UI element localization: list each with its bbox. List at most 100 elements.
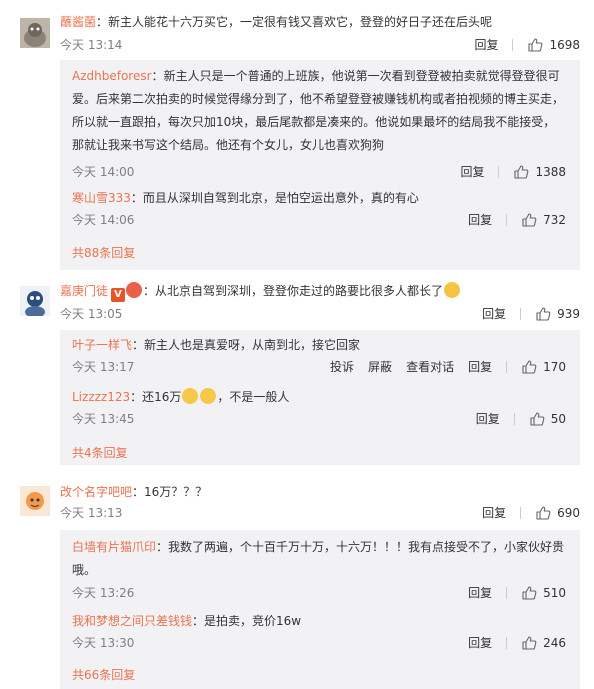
comment-time: 今天 13:13 bbox=[60, 506, 123, 520]
mascot-avatar-icon bbox=[20, 286, 50, 316]
verified-icon: V bbox=[111, 288, 126, 302]
divider bbox=[506, 361, 508, 373]
comment-text: 从北京自驾到深圳，登登你走过的路要比很多人都长了 bbox=[155, 284, 444, 298]
like-count: 690 bbox=[557, 506, 580, 520]
avatar[interactable] bbox=[20, 486, 50, 516]
reply-button[interactable]: 回复 bbox=[482, 305, 506, 323]
like-count: 170 bbox=[543, 360, 566, 374]
reply-button[interactable]: 回复 bbox=[482, 504, 506, 522]
like-count: 510 bbox=[543, 586, 566, 600]
reply-button[interactable]: 回复 bbox=[460, 163, 484, 181]
reply-item: 叶子一样飞：新主人也是真爱呀，从南到北，接它回家 今天 13:17 投诉 屏蔽 … bbox=[72, 336, 566, 381]
reply-text: 而且从深圳自驾到北京，是怕空运出意外，真的有心 bbox=[142, 191, 419, 205]
divider bbox=[512, 39, 514, 51]
view-thread-button[interactable]: 查看对话 bbox=[406, 358, 454, 376]
reply-username[interactable]: 叶子一样飞 bbox=[72, 338, 132, 352]
like-count: 1698 bbox=[549, 38, 580, 52]
replies-panel: Azdhbeforesr：新主人只是一个普通的上班族，他说第一次看到登登被拍卖就… bbox=[60, 60, 580, 270]
comment-actions: 回复 690 bbox=[468, 504, 580, 522]
like-count: 50 bbox=[550, 412, 566, 426]
thumbs-up-icon bbox=[536, 506, 551, 520]
reply-username[interactable]: 白墙有片猫爪印 bbox=[72, 540, 156, 554]
reply-time: 今天 13:45 bbox=[72, 412, 135, 426]
reply-time: 今天 14:06 bbox=[72, 213, 135, 227]
like-button[interactable]: 1698 bbox=[527, 36, 580, 54]
thumbs-up-icon bbox=[522, 360, 537, 374]
reply-actions: 回复 732 bbox=[454, 211, 566, 229]
avatar[interactable] bbox=[20, 18, 50, 48]
reply-item: 白墙有片猫爪印：我数了两遍，个十百千万十万，十六万！！！我有点接受不了，小家伙好… bbox=[72, 536, 566, 606]
thumbs-up-icon bbox=[522, 586, 537, 600]
reply-time: 今天 13:30 bbox=[72, 636, 135, 650]
more-replies-link[interactable]: 共66条回复 bbox=[72, 666, 135, 684]
reply-button[interactable]: 回复 bbox=[474, 36, 498, 54]
more-replies-link[interactable]: 共4条回复 bbox=[72, 444, 128, 462]
divider bbox=[513, 413, 515, 425]
reply-item: 我和梦想之间只差钱钱：是拍卖，竞价16w 今天 13:30 回复 246 bbox=[72, 612, 566, 657]
more-replies-link[interactable]: 共88条回复 bbox=[72, 244, 135, 262]
comment-username[interactable]: 嘉庚门徒 bbox=[60, 284, 108, 298]
reply-body: Lizzzz123：还16万 ，不是一般人 bbox=[72, 388, 290, 404]
comment-thread: 蘸酱菌：新主人能花十六万买它，一定很有钱又喜欢它，登登的好日子还在后头呢 今天 … bbox=[0, 0, 594, 270]
reply-username[interactable]: Lizzzz123 bbox=[72, 390, 130, 404]
emoji-icon bbox=[182, 388, 199, 404]
thumbs-up-icon bbox=[536, 307, 551, 321]
comment-text: 16万？？？ bbox=[144, 485, 208, 499]
reply-text-suffix: ，不是一般人 bbox=[217, 390, 290, 404]
divider bbox=[498, 166, 500, 178]
reply-actions: 回复 1388 bbox=[446, 163, 566, 181]
cat-avatar-icon bbox=[20, 18, 50, 48]
comment-text: 新主人能花十六万买它，一定很有钱又喜欢它，登登的好日子还在后头呢 bbox=[108, 15, 493, 29]
divider bbox=[520, 308, 522, 320]
cartoon-avatar-icon bbox=[20, 486, 50, 516]
like-count: 1388 bbox=[535, 165, 566, 179]
like-button[interactable]: 170 bbox=[521, 358, 566, 376]
like-button[interactable]: 690 bbox=[535, 504, 580, 522]
reply-button[interactable]: 回复 bbox=[476, 410, 500, 428]
avatar[interactable] bbox=[20, 286, 50, 316]
reply-button[interactable]: 回复 bbox=[468, 358, 492, 376]
comment-username[interactable]: 蘸酱菌 bbox=[60, 15, 96, 29]
reply-actions: 回复 510 bbox=[454, 584, 566, 602]
like-count: 939 bbox=[557, 307, 580, 321]
replies-panel: 白墙有片猫爪印：我数了两遍，个十百千万十万，十六万！！！我有点接受不了，小家伙好… bbox=[60, 530, 580, 689]
divider bbox=[506, 637, 508, 649]
like-count: 246 bbox=[543, 636, 566, 650]
reply-button[interactable]: 回复 bbox=[468, 211, 492, 229]
reply-time: 今天 13:17 bbox=[72, 360, 135, 374]
like-button[interactable]: 246 bbox=[521, 634, 566, 652]
reply-body: 叶子一样飞：新主人也是真爱呀，从南到北，接它回家 bbox=[72, 338, 361, 352]
badge-icon bbox=[126, 282, 143, 298]
report-button[interactable]: 投诉 bbox=[330, 358, 354, 376]
like-button[interactable]: 939 bbox=[535, 305, 580, 323]
comment-thread: 改个名字吧吧：16万？？？ 今天 13:13 回复 690 白墙有片猫爪印：我数… bbox=[0, 480, 594, 689]
reply-time: 今天 14:00 bbox=[72, 165, 135, 179]
divider bbox=[506, 214, 508, 226]
comment-username[interactable]: 改个名字吧吧 bbox=[60, 485, 132, 499]
reply-item: 寒山雪333：而且从深圳自驾到北京，是怕空运出意外，真的有心 今天 14:06 … bbox=[72, 189, 566, 234]
reply-item: Lizzzz123：还16万 ，不是一般人 今天 13:45 回复 50 bbox=[72, 388, 566, 433]
thumbs-up-icon bbox=[522, 213, 537, 227]
laughing-emoji-icon bbox=[444, 282, 461, 298]
reply-username[interactable]: Azdhbeforesr bbox=[72, 69, 152, 83]
thumbs-up-icon bbox=[528, 38, 543, 52]
reply-actions: 回复 50 bbox=[462, 410, 566, 428]
reply-button[interactable]: 回复 bbox=[468, 584, 492, 602]
divider bbox=[506, 587, 508, 599]
block-button[interactable]: 屏蔽 bbox=[368, 358, 392, 376]
comment-time: 今天 13:14 bbox=[60, 38, 123, 52]
like-button[interactable]: 732 bbox=[521, 211, 566, 229]
reply-button[interactable]: 回复 bbox=[468, 634, 492, 652]
like-button[interactable]: 510 bbox=[521, 584, 566, 602]
reply-username[interactable]: 我和梦想之间只差钱钱 bbox=[72, 614, 192, 628]
reply-text: 是拍卖，竞价16w bbox=[204, 614, 302, 628]
reply-actions: 回复 246 bbox=[454, 634, 566, 652]
replies-panel: 叶子一样飞：新主人也是真爱呀，从南到北，接它回家 今天 13:17 投诉 屏蔽 … bbox=[60, 330, 580, 465]
like-button[interactable]: 50 bbox=[529, 410, 566, 428]
divider bbox=[520, 507, 522, 519]
thumbs-up-icon bbox=[530, 412, 545, 426]
reply-time: 今天 13:26 bbox=[72, 586, 135, 600]
reply-username[interactable]: 寒山雪333 bbox=[72, 191, 131, 205]
like-count: 732 bbox=[543, 213, 566, 227]
like-button[interactable]: 1388 bbox=[513, 163, 566, 181]
